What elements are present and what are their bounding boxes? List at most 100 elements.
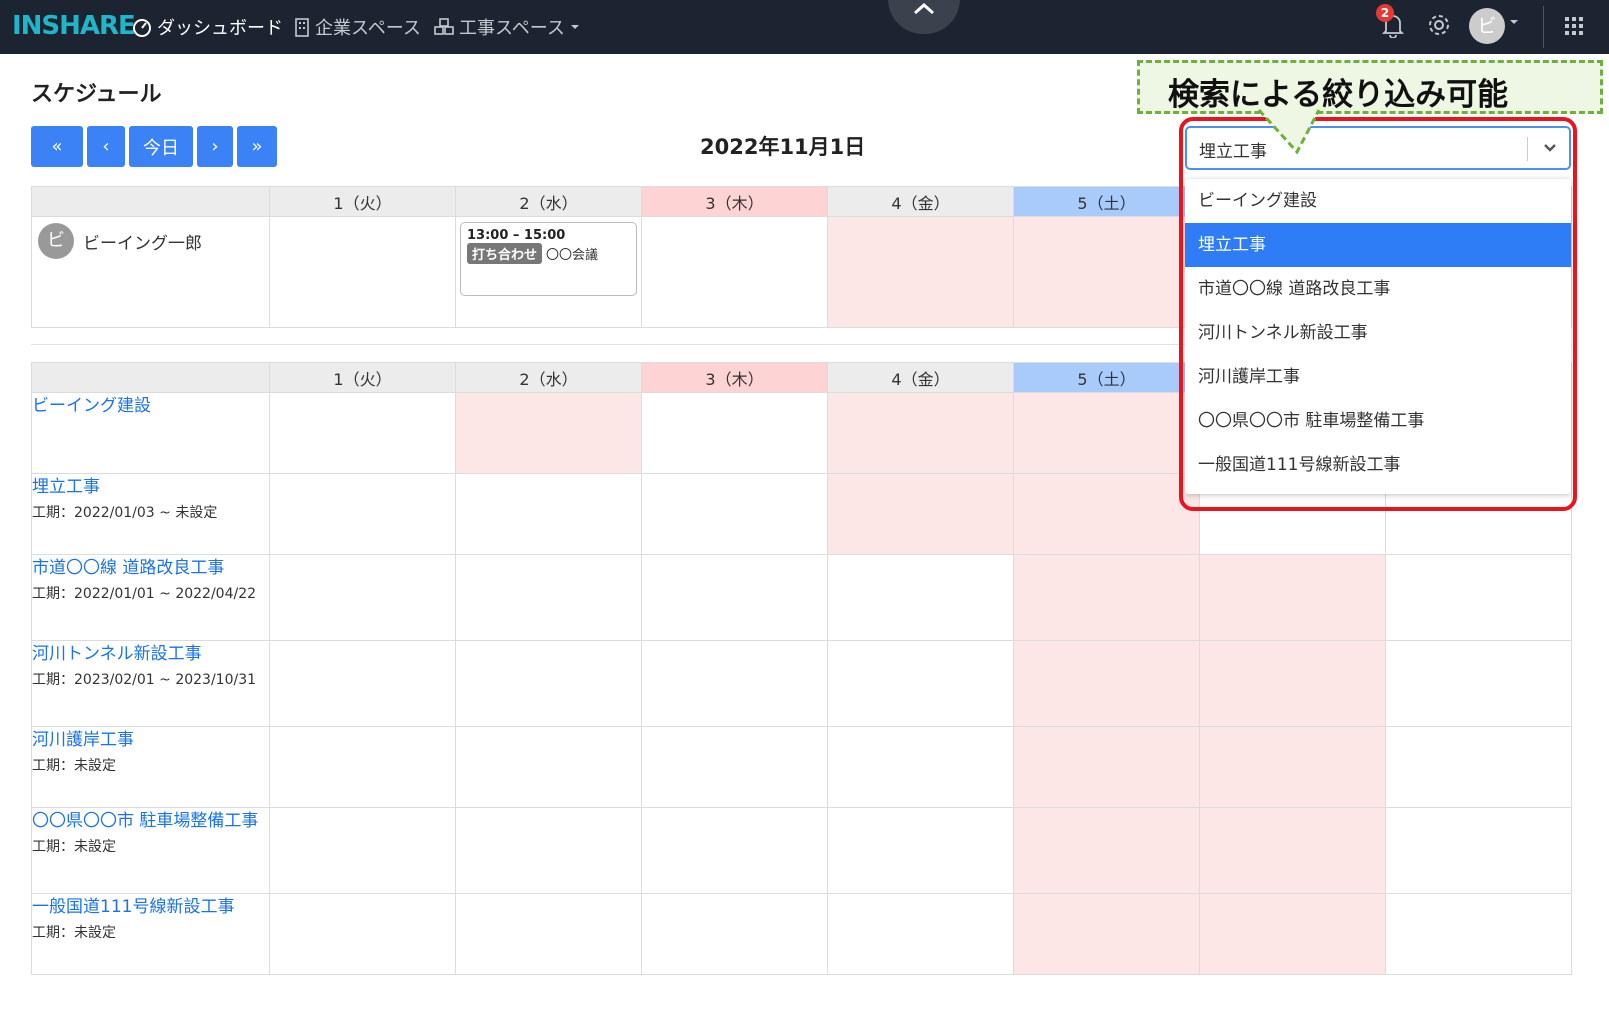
next-button[interactable]: › (197, 126, 233, 167)
boxes-icon (434, 18, 454, 35)
nav-construction-space[interactable]: 工事スペース (434, 14, 580, 40)
schedule-cell[interactable] (1199, 807, 1386, 894)
schedule-cell[interactable] (1013, 554, 1200, 641)
project-period: 工期：未設定 (32, 839, 116, 855)
schedule-cell[interactable] (455, 473, 642, 555)
schedule-cell[interactable] (1013, 216, 1200, 328)
schedule-cell[interactable] (641, 807, 828, 894)
day-header: 2（水） (455, 186, 642, 217)
schedule-cell[interactable] (641, 554, 828, 641)
schedule-cell[interactable] (827, 726, 1014, 808)
schedule-cell[interactable] (1199, 726, 1386, 808)
schedule-cell[interactable] (641, 726, 828, 808)
schedule-cell[interactable] (1385, 893, 1572, 975)
schedule-cell[interactable] (827, 216, 1014, 328)
nav-company-space[interactable]: 企業スペース (294, 14, 421, 40)
callout-pointer (1257, 108, 1321, 154)
project-period: 工期：2022/01/01 ~ 2022/04/22 (32, 586, 257, 602)
last-page-button[interactable]: » (237, 126, 277, 167)
schedule-cell[interactable] (1385, 640, 1572, 727)
day-header-holiday: 3（木） (641, 362, 828, 393)
caret-down-icon (570, 25, 579, 29)
person-avatar: ビ (38, 223, 74, 259)
schedule-cell[interactable] (1013, 807, 1200, 894)
schedule-cell[interactable] (641, 216, 828, 328)
dashboard-gauge-icon (133, 19, 151, 37)
nav-dashboard[interactable]: ダッシュボード (132, 14, 283, 40)
project-cell: 河川護岸工事 工期：未設定 (31, 726, 270, 808)
project-period: 工期：2022/01/03 ~ 未設定 (32, 505, 218, 521)
schedule-cell[interactable] (1385, 554, 1572, 641)
schedule-cell[interactable] (455, 392, 642, 474)
annotation-callout: 検索による絞り込み可能 (1137, 60, 1603, 114)
day-header: 4（金） (827, 186, 1014, 217)
project-cell: ビーイング建設 (31, 392, 270, 474)
project-cell: 〇〇県〇〇市 駐車場整備工事 工期：未設定 (31, 807, 270, 894)
collapse-header-button[interactable] (888, 0, 960, 34)
day-header-saturday: 5（土） (1013, 362, 1200, 393)
building-icon (295, 18, 309, 37)
schedule-cell[interactable] (269, 392, 456, 474)
schedule-cell[interactable] (641, 893, 828, 975)
project-link[interactable]: 一般国道111号線新設工事 (32, 894, 269, 920)
event-card[interactable]: 13:00 – 15:00 打ち合わせ 〇〇会議 (460, 222, 637, 296)
project-link[interactable]: 市道〇〇線 道路改良工事 (32, 555, 269, 581)
schedule-cell[interactable] (269, 473, 456, 555)
schedule-cell[interactable] (1013, 726, 1200, 808)
nav-divider (1543, 6, 1544, 48)
app-logo[interactable]: INSHARE (12, 11, 136, 41)
user-avatar[interactable]: ビ (1469, 8, 1505, 44)
schedule-cell[interactable] (269, 640, 456, 727)
project-link[interactable]: 河川護岸工事 (32, 727, 269, 753)
schedule-cell[interactable] (269, 216, 456, 328)
schedule-cell[interactable] (1013, 640, 1200, 727)
schedule-cell[interactable] (1385, 726, 1572, 808)
first-page-button[interactable]: « (31, 126, 83, 167)
schedule-cell[interactable] (641, 473, 828, 555)
schedule-cell[interactable] (1199, 640, 1386, 727)
schedule-cell[interactable] (269, 726, 456, 808)
schedule-cell[interactable] (269, 807, 456, 894)
schedule-cell[interactable]: 13:00 – 15:00 打ち合わせ 〇〇会議 (455, 216, 642, 328)
schedule-cell[interactable] (827, 392, 1014, 474)
gear-icon[interactable] (1426, 12, 1452, 38)
day-header-holiday: 3（木） (641, 186, 828, 217)
schedule-cell[interactable] (641, 392, 828, 474)
project-link[interactable]: 〇〇県〇〇市 駐車場整備工事 (32, 808, 269, 834)
schedule-cell[interactable] (827, 807, 1014, 894)
schedule-cell[interactable] (1013, 473, 1200, 555)
event-tag: 打ち合わせ (467, 243, 543, 264)
schedule-cell[interactable] (827, 640, 1014, 727)
schedule-cell[interactable] (827, 473, 1014, 555)
day-header: 4（金） (827, 362, 1014, 393)
schedule-cell[interactable] (1013, 392, 1200, 474)
schedule-cell[interactable] (269, 554, 456, 641)
schedule-cell[interactable] (455, 640, 642, 727)
project-link[interactable]: ビーイング建設 (32, 393, 269, 419)
project-period: 工期：未設定 (32, 925, 116, 941)
prev-button[interactable]: ‹ (87, 126, 125, 167)
event-time: 13:00 – 15:00 (467, 228, 566, 243)
schedule-cell[interactable] (1013, 893, 1200, 975)
schedule-cell[interactable] (269, 893, 456, 975)
project-link[interactable]: 河川トンネル新設工事 (32, 641, 269, 667)
schedule-cell[interactable] (827, 554, 1014, 641)
nav-construction-space-label: 工事スペース (459, 18, 565, 39)
project-link[interactable]: 埋立工事 (32, 474, 269, 500)
today-button[interactable]: 今日 (129, 126, 193, 167)
project-period: 工期：未設定 (32, 758, 116, 774)
chevron-up-icon (914, 2, 934, 15)
schedule-cell[interactable] (455, 807, 642, 894)
schedule-cell[interactable] (455, 726, 642, 808)
page-title: スケジュール (31, 82, 162, 107)
apps-grid-icon[interactable] (1564, 16, 1584, 36)
caret-down-icon[interactable] (1509, 18, 1519, 26)
schedule-cell[interactable] (1199, 554, 1386, 641)
schedule-cell[interactable] (455, 554, 642, 641)
schedule-cell[interactable] (1385, 807, 1572, 894)
project-cell: 市道〇〇線 道路改良工事 工期：2022/01/01 ~ 2022/04/22 (31, 554, 270, 641)
schedule-cell[interactable] (827, 893, 1014, 975)
schedule-cell[interactable] (455, 893, 642, 975)
schedule-cell[interactable] (1199, 893, 1386, 975)
schedule-cell[interactable] (641, 640, 828, 727)
